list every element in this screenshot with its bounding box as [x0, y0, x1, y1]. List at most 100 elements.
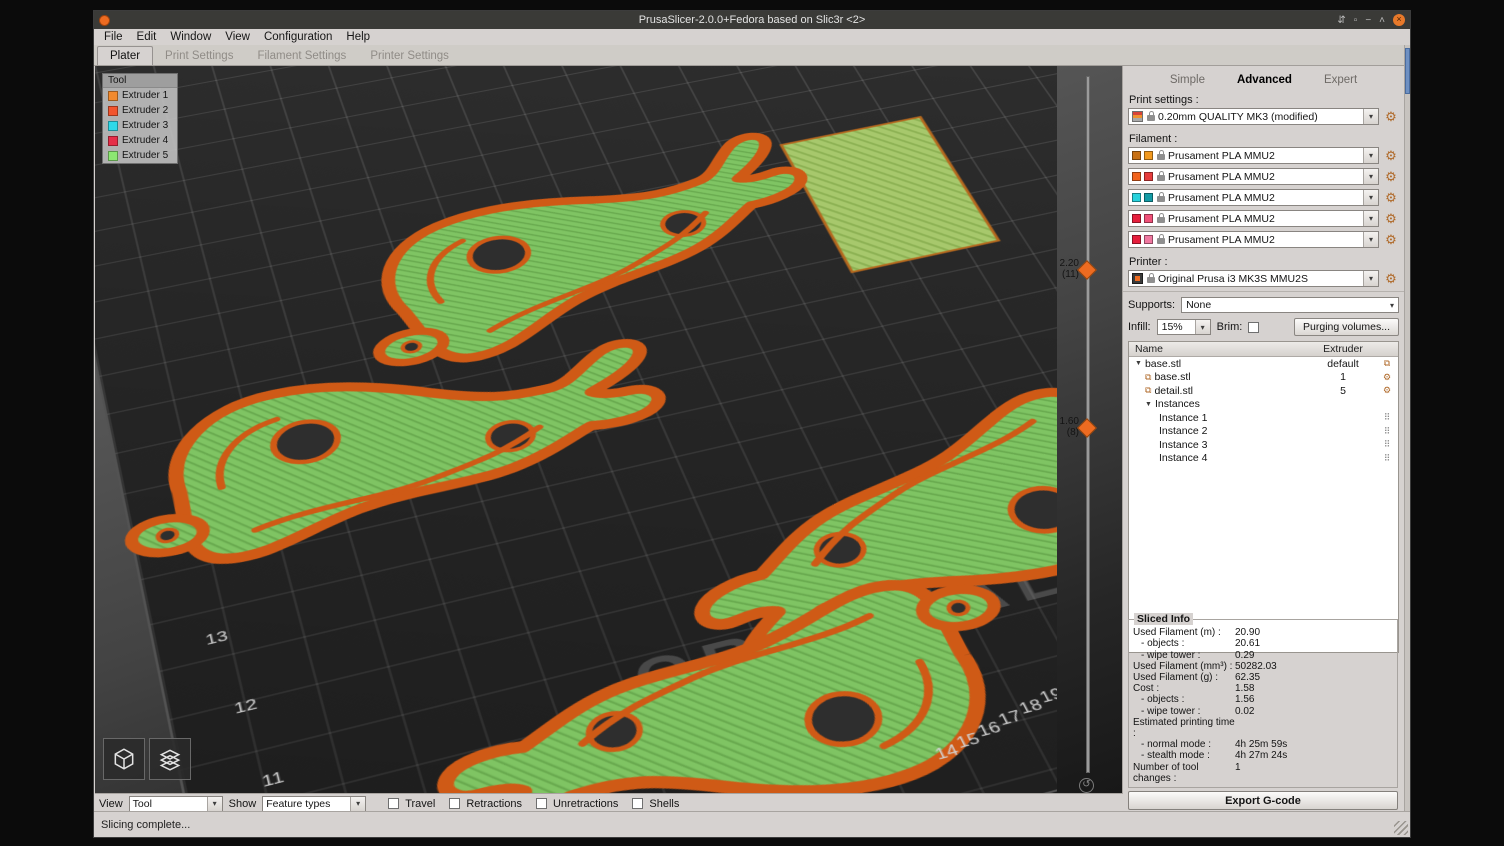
- shells-checkbox[interactable]: [632, 798, 643, 809]
- layers-preview-button[interactable]: [149, 738, 191, 780]
- slider-reset-icon[interactable]: ↺: [1079, 778, 1094, 793]
- object-export-icon[interactable]: ⧉: [1376, 358, 1398, 369]
- mode-expert[interactable]: Expert: [1324, 74, 1357, 86]
- menu-view[interactable]: View: [218, 30, 257, 44]
- wipe-tower[interactable]: [781, 117, 998, 272]
- chevron-down-icon[interactable]: ▾: [1363, 232, 1378, 247]
- chevron-down-icon[interactable]: ▾: [1363, 169, 1378, 184]
- object-row-base[interactable]: ▼base.stl default ⧉: [1129, 357, 1398, 371]
- volume-settings-gear-icon[interactable]: ⚙: [1376, 385, 1398, 396]
- instances-group-row[interactable]: ▼Instances: [1129, 398, 1398, 412]
- volume-row-base[interactable]: ⧉base.stl 1 ⚙: [1129, 371, 1398, 385]
- tab-plater[interactable]: Plater: [97, 46, 153, 65]
- travel-checkbox[interactable]: [388, 798, 399, 809]
- chevron-down-icon[interactable]: ▾: [207, 797, 222, 811]
- 3d-view-button[interactable]: [103, 738, 145, 780]
- chevron-down-icon[interactable]: ▾: [1363, 271, 1378, 286]
- filament-combo-5[interactable]: Prusament PLA MMU2 ▾: [1128, 231, 1379, 248]
- window-shade-icon[interactable]: ˄: [1379, 15, 1385, 26]
- sliced-info-title: Sliced Info: [1134, 613, 1193, 625]
- filament5-gear-icon[interactable]: ⚙: [1383, 233, 1399, 246]
- filament-combo-4[interactable]: Prusament PLA MMU2 ▾: [1128, 210, 1379, 227]
- window-scrollbar[interactable]: [1404, 45, 1410, 811]
- sliced-objects-layer: [95, 66, 1057, 793]
- show-value: Feature types: [266, 798, 330, 810]
- scrollbar-thumb[interactable]: [1405, 48, 1410, 94]
- extruder4-swatch: [108, 136, 118, 146]
- infill-combo[interactable]: 15% ▾: [1157, 319, 1211, 335]
- printer-combo[interactable]: Original Prusa i3 MK3S MMU2S ▾: [1128, 270, 1379, 287]
- legend-item: Extruder 2: [103, 103, 177, 118]
- chevron-down-icon[interactable]: ▾: [1363, 148, 1378, 163]
- tab-filament-settings[interactable]: Filament Settings: [245, 47, 358, 65]
- window-pin-icon[interactable]: ▫: [1354, 15, 1358, 26]
- volume-icon: ⧉: [1145, 372, 1151, 383]
- filament-combo-3[interactable]: Prusament PLA MMU2 ▾: [1128, 189, 1379, 206]
- sliced-object-2[interactable]: [129, 341, 674, 571]
- menu-configuration[interactable]: Configuration: [257, 30, 339, 44]
- window-float-icon[interactable]: ⇵: [1337, 15, 1345, 26]
- settings-tab-bar: Plater Print Settings Filament Settings …: [94, 45, 1410, 66]
- filament2-color-b: [1144, 172, 1153, 181]
- tab-print-settings[interactable]: Print Settings: [153, 47, 245, 65]
- chevron-down-icon[interactable]: ▾: [1195, 320, 1210, 334]
- printer-gear-icon[interactable]: ⚙: [1383, 272, 1399, 285]
- instance-row-1[interactable]: Instance 1 ⠿: [1129, 411, 1398, 425]
- menu-edit[interactable]: Edit: [130, 30, 164, 44]
- lock-icon: [1157, 175, 1165, 181]
- mode-advanced[interactable]: Advanced: [1237, 74, 1292, 86]
- supports-combo[interactable]: None ▾: [1181, 297, 1399, 313]
- menu-help[interactable]: Help: [339, 30, 377, 44]
- print-settings-gear-icon[interactable]: ⚙: [1383, 110, 1399, 123]
- 3d-viewport[interactable]: ORIGINAL PRUSA 13 12 11 14 15 16 17 18 1…: [95, 66, 1123, 793]
- chevron-down-icon[interactable]: ▾: [350, 797, 365, 811]
- menu-file[interactable]: File: [97, 30, 130, 44]
- volume-settings-gear-icon[interactable]: ⚙: [1376, 372, 1398, 383]
- lock-icon: [1147, 277, 1155, 283]
- filament1-gear-icon[interactable]: ⚙: [1383, 149, 1399, 162]
- purging-volumes-button[interactable]: Purging volumes...: [1294, 318, 1399, 336]
- legend-label: Extruder 2: [122, 105, 168, 116]
- unretractions-checkbox[interactable]: [536, 798, 547, 809]
- title-bar[interactable]: PrusaSlicer-2.0.0+Fedora based on Slic3r…: [94, 11, 1410, 29]
- menu-bar: File Edit Window View Configuration Help: [94, 29, 1410, 45]
- printer-label: Printer :: [1123, 252, 1404, 270]
- tab-printer-settings[interactable]: Printer Settings: [358, 47, 461, 65]
- volume-row-detail[interactable]: ⧉detail.stl 5 ⚙: [1129, 384, 1398, 398]
- sliced-object-1[interactable]: [326, 131, 857, 379]
- view-combo[interactable]: Tool ▾: [129, 796, 223, 812]
- filament5-color-a: [1132, 235, 1141, 244]
- resize-grip[interactable]: [1394, 821, 1408, 835]
- print-bed[interactable]: ORIGINAL PRUSA 13 12 11 14 15 16 17 18 1…: [95, 66, 1057, 793]
- filament4-gear-icon[interactable]: ⚙: [1383, 212, 1399, 225]
- extruder3-swatch: [108, 121, 118, 131]
- extruder5-swatch: [108, 151, 118, 161]
- filament2-gear-icon[interactable]: ⚙: [1383, 170, 1399, 183]
- show-combo[interactable]: Feature types ▾: [262, 796, 366, 812]
- window-minimize-icon[interactable]: −: [1365, 15, 1371, 26]
- layer-slider-lower-handle[interactable]: [1077, 418, 1097, 438]
- menu-window[interactable]: Window: [163, 30, 218, 44]
- chevron-down-icon[interactable]: ▾: [1363, 109, 1378, 124]
- unretractions-label: Unretractions: [553, 798, 618, 810]
- window-close-icon[interactable]: ×: [1393, 14, 1405, 26]
- mode-simple[interactable]: Simple: [1170, 74, 1205, 86]
- chevron-down-icon[interactable]: ▾: [1363, 190, 1378, 205]
- chevron-down-icon[interactable]: ▾: [1363, 211, 1378, 226]
- expander-icon[interactable]: ▼: [1135, 360, 1142, 367]
- instance-row-4[interactable]: Instance 4 ⠿: [1129, 452, 1398, 466]
- layer-slider-upper-handle[interactable]: [1077, 260, 1097, 280]
- instance-row-3[interactable]: Instance 3 ⠿: [1129, 438, 1398, 452]
- export-gcode-button[interactable]: Export G-code: [1128, 791, 1398, 810]
- instance-row-2[interactable]: Instance 2 ⠿: [1129, 425, 1398, 439]
- filament3-gear-icon[interactable]: ⚙: [1383, 191, 1399, 204]
- status-text: Slicing complete...: [101, 819, 190, 831]
- filament-combo-2[interactable]: Prusament PLA MMU2 ▾: [1128, 168, 1379, 185]
- retractions-checkbox[interactable]: [449, 798, 460, 809]
- expander-icon[interactable]: ▼: [1145, 401, 1152, 408]
- print-settings-combo[interactable]: 0.20mm QUALITY MK3 (modified) ▾: [1128, 108, 1379, 125]
- brim-checkbox[interactable]: [1248, 322, 1259, 333]
- filament5-color-b: [1144, 235, 1153, 244]
- side-panel: Simple Advanced Expert Print settings : …: [1122, 66, 1404, 813]
- filament-combo-1[interactable]: Prusament PLA MMU2 ▾: [1128, 147, 1379, 164]
